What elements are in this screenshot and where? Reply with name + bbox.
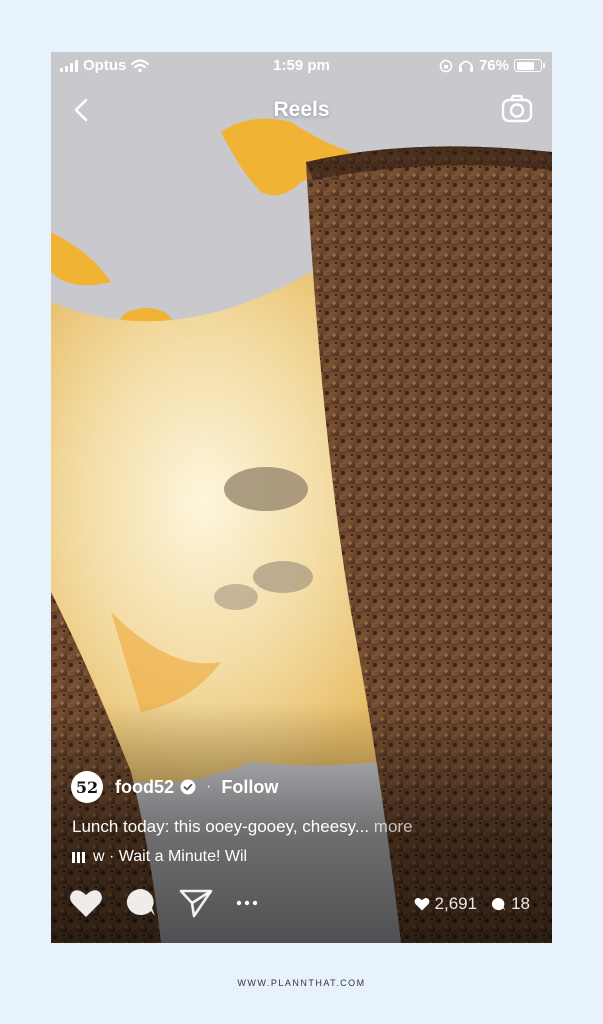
comment-icon[interactable]	[125, 887, 157, 919]
post-caption[interactable]: Lunch today: this ooey-gooey, cheesy... …	[72, 817, 413, 837]
more-link[interactable]: more	[374, 817, 413, 836]
comments-count[interactable]: 18	[491, 894, 530, 914]
follow-button[interactable]: Follow	[221, 777, 278, 798]
status-bar: Optus 1:59 pm 76%	[51, 52, 552, 80]
post-account: 52 food52 · Follow	[71, 771, 278, 803]
heart-small-icon	[414, 898, 429, 911]
reel-screen: Optus 1:59 pm 76% Reels 52 food52 · Foll…	[51, 52, 552, 943]
likes-count[interactable]: 2,691	[414, 894, 478, 914]
footer-url: WWW.PLANNTHAT.COM	[237, 978, 366, 988]
comments-value: 18	[511, 894, 530, 913]
comment-small-icon	[491, 897, 506, 911]
audio-track[interactable]: w · Wait a Minute! Wil	[72, 848, 247, 866]
action-bar	[69, 887, 259, 919]
likes-value: 2,691	[434, 894, 478, 913]
audio-bars-icon	[72, 851, 85, 863]
audio-title: w · Wait a Minute! Wil	[93, 848, 248, 865]
battery-percent: 76%	[478, 57, 509, 74]
headphones-icon	[458, 60, 473, 72]
separator-dot: ·	[206, 778, 212, 795]
page-title: Reels	[273, 98, 330, 121]
avatar[interactable]: 52	[71, 771, 103, 803]
caption-text: Lunch today: this ooey-gooey, cheesy...	[72, 817, 370, 836]
heart-icon[interactable]	[69, 888, 103, 918]
send-icon[interactable]	[179, 888, 213, 918]
post-stats: 2,691 18	[414, 894, 530, 914]
verified-badge-icon	[180, 779, 196, 795]
reels-header: Reels	[51, 92, 552, 128]
battery-icon	[514, 59, 545, 72]
rotation-lock-icon	[439, 59, 453, 72]
ellipsis-icon[interactable]	[235, 899, 259, 907]
username[interactable]: food52	[115, 777, 174, 798]
camera-icon[interactable]	[500, 92, 534, 126]
